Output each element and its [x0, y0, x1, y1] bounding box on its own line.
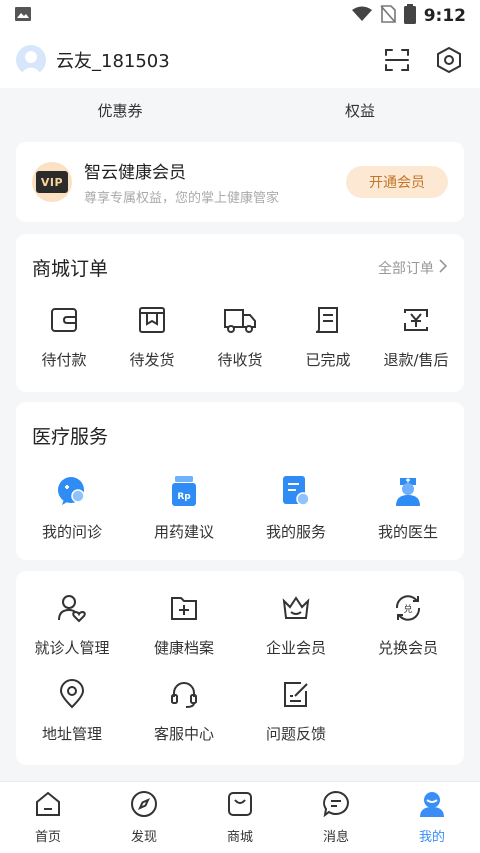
tab-home[interactable]: 首页: [8, 790, 88, 845]
patient-management[interactable]: 就诊人管理: [16, 593, 128, 679]
username: 云友_181503: [56, 51, 170, 72]
crown-icon: [281, 593, 311, 627]
tab-mine[interactable]: 我的: [392, 790, 472, 845]
shopping-bag-icon: [226, 790, 254, 822]
grid-item-label: 地址管理: [41, 725, 102, 743]
health-records[interactable]: 健康档案: [128, 593, 240, 679]
vip-badge-text: VIP: [36, 171, 68, 193]
image-notification-icon: [14, 5, 32, 27]
vip-card: VIP 智云健康会员 尊享专属权益，您的掌上健康管家 开通会员: [16, 142, 464, 222]
coupon-rights-row: 优惠券 权益: [0, 88, 480, 132]
mall-orders-card: 商城订单 全部订单 待付款 待发货 待收货 已完成 退款/售后: [16, 234, 464, 392]
headset-icon: [169, 679, 199, 713]
scan-icon[interactable]: [382, 45, 412, 75]
order-pending-receipt[interactable]: 待收货: [196, 305, 284, 370]
tab-messages[interactable]: 消息: [296, 790, 376, 845]
medicine-bottle-icon: Rp: [170, 475, 198, 511]
no-sim-icon: [380, 5, 396, 27]
location-pin-icon: [57, 679, 87, 713]
status-bar: 9:12: [0, 0, 480, 32]
status-time: 9:12: [423, 6, 466, 26]
open-membership-button[interactable]: 开通会员: [346, 166, 448, 198]
tab-label: 首页: [34, 830, 61, 845]
chevron-right-icon: [438, 258, 448, 277]
medical-services-card: 医疗服务 我的问诊 Rp 用药建议 我的服务 我的医生: [16, 402, 464, 560]
vip-badge-icon: VIP: [32, 162, 72, 202]
chat-bubble-icon: [56, 475, 88, 511]
all-orders-label: 全部订单: [378, 260, 434, 277]
my-services[interactable]: 我的服务: [240, 475, 352, 542]
nurse-icon: [394, 475, 422, 511]
tab-label: 商城: [226, 830, 253, 845]
svg-text:Rp: Rp: [177, 492, 191, 502]
battery-icon: [403, 4, 416, 28]
more-services-card: 就诊人管理 健康档案 企业会员 兑 兑换会员 地址管理 客服中心 问题反馈: [16, 571, 464, 765]
svg-text:兑: 兑: [403, 603, 412, 615]
order-refund[interactable]: 退款/售后: [372, 305, 460, 370]
order-pending-shipment[interactable]: 待发货: [108, 305, 196, 370]
all-orders-link[interactable]: 全部订单: [378, 258, 448, 278]
profile-icon: [418, 790, 446, 822]
medical-title: 医疗服务: [32, 426, 109, 448]
folder-plus-icon: [169, 593, 199, 627]
order-item-label: 退款/售后: [383, 351, 449, 369]
grid-item-label: 问题反馈: [265, 725, 326, 743]
redeem-membership[interactable]: 兑 兑换会员: [352, 593, 464, 679]
receipt-icon: [313, 305, 343, 339]
grid-item-label: 兑换会员: [377, 639, 438, 657]
message-icon: [322, 790, 350, 822]
avatar[interactable]: [16, 45, 46, 75]
my-consultation[interactable]: 我的问诊: [16, 475, 128, 542]
order-item-label: 待付款: [41, 351, 87, 369]
vip-subtitle: 尊享专属权益，您的掌上健康管家: [84, 191, 280, 206]
order-pending-payment[interactable]: 待付款: [20, 305, 108, 370]
my-doctor[interactable]: 我的医生: [352, 475, 464, 542]
grid-item-label: 健康档案: [153, 639, 214, 657]
order-item-label: 已完成: [305, 351, 351, 369]
service-label: 我的医生: [377, 523, 438, 541]
order-completed[interactable]: 已完成: [284, 305, 372, 370]
tab-label: 消息: [322, 830, 349, 845]
truck-icon: [223, 305, 257, 339]
tab-discover[interactable]: 发现: [104, 790, 184, 845]
exchange-icon: 兑: [393, 593, 423, 627]
tab-label: 发现: [130, 830, 157, 845]
service-label: 我的服务: [265, 523, 326, 541]
home-icon: [34, 790, 62, 822]
tab-label: 我的: [418, 830, 445, 845]
feedback[interactable]: 问题反馈: [240, 679, 352, 765]
profile-header: 云友_181503: [0, 32, 480, 88]
wallet-icon: [49, 305, 79, 339]
compass-icon: [130, 790, 158, 822]
grid-item-label: 就诊人管理: [34, 639, 110, 657]
vip-title: 智云健康会员: [84, 163, 186, 183]
orders-title: 商城订单: [32, 258, 109, 280]
bottom-tab-bar: 首页 发现 商城 消息 我的: [0, 781, 480, 853]
rights-link[interactable]: 权益: [240, 100, 480, 121]
feedback-edit-icon: [281, 679, 311, 713]
patient-icon: [57, 593, 87, 627]
user-info[interactable]: 云友_181503: [16, 45, 170, 75]
medication-advice[interactable]: Rp 用药建议: [128, 475, 240, 542]
grid-item-label: 企业会员: [265, 639, 326, 657]
refund-icon: [400, 305, 432, 339]
customer-service[interactable]: 客服中心: [128, 679, 240, 765]
wifi-icon: [351, 6, 372, 26]
service-label: 用药建议: [153, 523, 214, 541]
order-item-label: 待发货: [129, 351, 175, 369]
tab-mall[interactable]: 商城: [200, 790, 280, 845]
service-document-icon: [281, 475, 311, 511]
order-item-label: 待收货: [217, 351, 263, 369]
address-management[interactable]: 地址管理: [16, 679, 128, 765]
service-label: 我的问诊: [41, 523, 102, 541]
package-icon: [137, 305, 167, 339]
settings-hexagon-icon[interactable]: [434, 45, 464, 75]
grid-item-label: 客服中心: [153, 725, 214, 743]
enterprise-membership[interactable]: 企业会员: [240, 593, 352, 679]
coupon-link[interactable]: 优惠券: [0, 100, 240, 121]
